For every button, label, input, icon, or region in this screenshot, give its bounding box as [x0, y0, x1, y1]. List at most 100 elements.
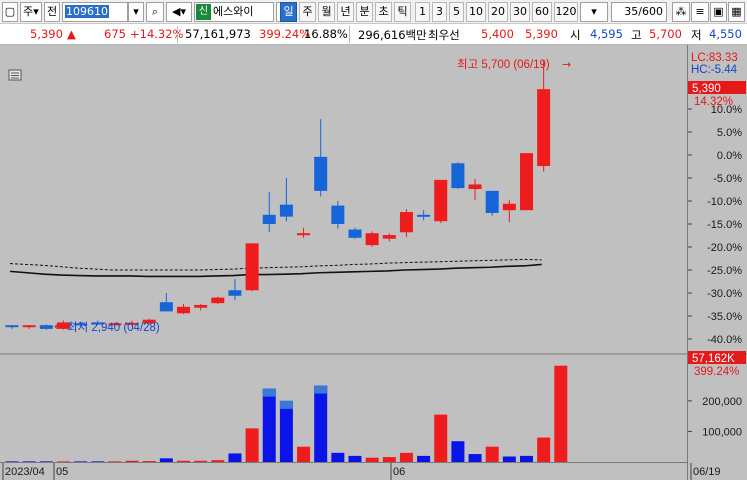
- interval-dropdown[interactable]: ▾: [580, 2, 608, 22]
- stock-chart[interactable]: 10.0% 5.0% 0.0% -5.0% -10.0% -15.0% -20.0% -25.…: [0, 45, 747, 480]
- volume-bar: [228, 453, 242, 462]
- volume-bar: [39, 461, 53, 462]
- tab-week[interactable]: 주: [299, 2, 316, 22]
- volume-bar: [22, 461, 36, 462]
- save-icon[interactable]: ▣: [710, 2, 727, 22]
- candle-body: [262, 214, 276, 224]
- chart-menu-icon[interactable]: [8, 69, 22, 81]
- volume-bar: [262, 388, 276, 462]
- volume-bar: [159, 458, 173, 462]
- volume-bar: [56, 461, 70, 462]
- volume-bar: [5, 461, 19, 462]
- last-price: 5,390: [692, 83, 721, 95]
- volume-bar: [434, 414, 448, 462]
- hc-value: HC:-5.44: [691, 64, 738, 76]
- candle-body: [537, 89, 551, 167]
- volume-bar: [125, 460, 139, 462]
- ma-solid-line: [9, 263, 542, 278]
- last-change-pct: 14.32%: [694, 96, 733, 108]
- candle-body: [314, 156, 328, 191]
- candle-body: [417, 214, 431, 217]
- y-tick-label: -35.0%: [707, 311, 742, 323]
- x-tick-label: 06: [393, 466, 405, 478]
- best-quote-label: 최우선: [428, 28, 460, 42]
- candle-body: [194, 304, 208, 308]
- volume-bar: [554, 365, 568, 462]
- volume-bar: [74, 461, 88, 462]
- tab-year[interactable]: 년: [337, 2, 354, 22]
- candle-body: [22, 325, 36, 328]
- high-label: 고: [631, 28, 642, 42]
- volume-bar: [382, 457, 396, 462]
- high-price: 5,700: [649, 27, 682, 41]
- volume-tick-label: 100,000: [702, 426, 742, 438]
- settings-icon[interactable]: ≡: [691, 2, 709, 22]
- candle-body: [177, 306, 190, 314]
- search-icon[interactable]: ⌕: [146, 2, 164, 22]
- candle-body: [451, 163, 465, 189]
- pin-icon[interactable]: ⁂: [672, 2, 690, 22]
- minute-20[interactable]: 20: [488, 2, 508, 22]
- lc-value: LC:83.33: [691, 52, 738, 64]
- volume-bar: [91, 461, 105, 462]
- code-dropdown-icon[interactable]: ▾: [128, 2, 144, 22]
- volume-bar-cap: [314, 385, 328, 394]
- volume-bar: [108, 461, 122, 462]
- tab-second[interactable]: 초: [375, 2, 392, 22]
- y-tick-label: -20.0%: [707, 242, 742, 254]
- volume-bar: [297, 446, 311, 462]
- market-cap: 296,616백만: [358, 28, 427, 42]
- candle-body: [520, 153, 533, 211]
- volume-bar: [142, 461, 156, 462]
- market-select[interactable]: 주▾: [20, 2, 42, 22]
- minute-5[interactable]: 5: [449, 2, 464, 22]
- stock-code-input[interactable]: 109610: [62, 2, 128, 22]
- minute-120[interactable]: 120: [554, 2, 578, 22]
- tab-tick[interactable]: 틱: [394, 2, 411, 22]
- candle-body: [331, 205, 345, 224]
- candle-body: [502, 203, 516, 211]
- tab-minute[interactable]: 분: [356, 2, 373, 22]
- high-arrow-icon: →: [562, 58, 571, 71]
- volume-bar: [348, 455, 362, 462]
- minute-10[interactable]: 10: [466, 2, 486, 22]
- candle-body: [39, 325, 53, 329]
- volume-ratio: 399.24%: [259, 27, 311, 41]
- minute-30[interactable]: 30: [510, 2, 530, 22]
- candle-body: [382, 235, 396, 239]
- volume-bar: [314, 385, 328, 462]
- candle-body: [279, 204, 293, 217]
- stock-name-field[interactable]: 신 에스와이: [194, 2, 274, 22]
- candle-body: [468, 184, 482, 190]
- volume-bar: [331, 452, 345, 462]
- volume-bar: [194, 460, 208, 462]
- volume-bar: [502, 456, 516, 462]
- candle-body: [399, 212, 413, 233]
- low-arrow-icon: ←: [54, 320, 63, 333]
- y-tick-label: -10.0%: [707, 196, 742, 208]
- window-icon[interactable]: ▢: [2, 2, 18, 22]
- candlestick-chart[interactable]: 10.0%5.0%0.0%-5.0%-10.0%-15.0%-20.0%-25.…: [0, 45, 747, 480]
- best-bid: 5,390: [525, 27, 558, 41]
- current-price: 5,390: [30, 27, 63, 41]
- speaker-icon[interactable]: ◀▾: [166, 2, 192, 22]
- volume-tick-label: 200,000: [702, 396, 742, 408]
- new-badge: 신: [196, 4, 211, 20]
- volume-bar: [399, 452, 413, 462]
- y-tick-label: -15.0%: [707, 219, 742, 231]
- volume-bar: [520, 455, 533, 462]
- count-input[interactable]: 35/600: [611, 2, 667, 22]
- prev-toggle[interactable]: 전: [44, 2, 60, 22]
- minute-3[interactable]: 3: [432, 2, 447, 22]
- tab-month[interactable]: 월: [318, 2, 335, 22]
- minute-1[interactable]: 1: [415, 2, 430, 22]
- y-tick-label: -40.0%: [707, 334, 742, 346]
- candle-body: [348, 229, 362, 238]
- change-value: 675: [104, 27, 126, 41]
- grid-icon[interactable]: ▦: [728, 2, 745, 22]
- turnover-rate: 16.88%: [304, 27, 348, 41]
- high-annotation: 최고 5,700 (06/19): [457, 58, 550, 71]
- tab-day[interactable]: 일: [280, 2, 297, 22]
- x-tick-label: 06/19: [693, 466, 721, 478]
- minute-60[interactable]: 60: [532, 2, 552, 22]
